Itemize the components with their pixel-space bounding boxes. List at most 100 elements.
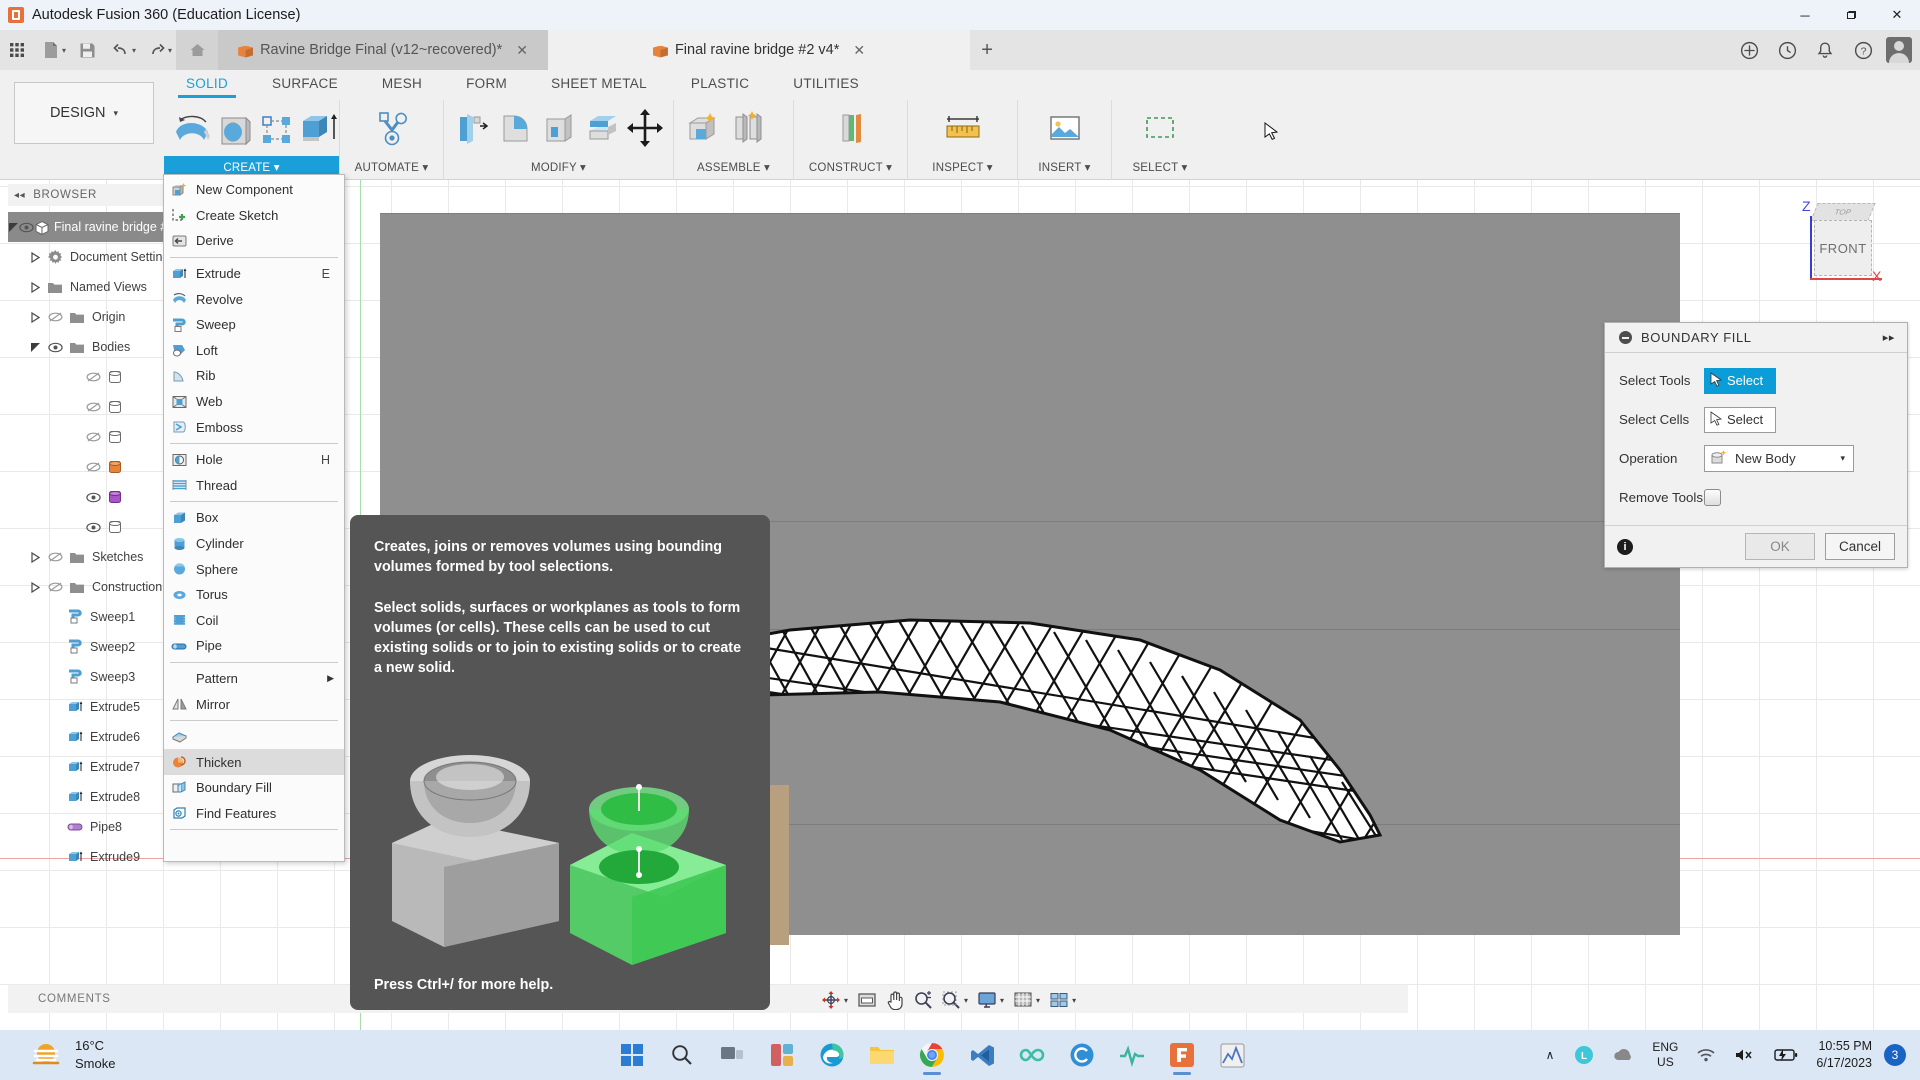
- menu-item-hole[interactable]: Hole H: [164, 447, 344, 473]
- pulse-app[interactable]: [1111, 1034, 1153, 1076]
- press-pull-icon[interactable]: [450, 102, 493, 154]
- tree-row-root[interactable]: Final ravine bridge #2 v4: [8, 212, 176, 242]
- tab-sheet-metal[interactable]: SHEET METAL: [529, 70, 669, 98]
- tree-row-body[interactable]: [8, 392, 176, 422]
- tree-row-body[interactable]: [8, 452, 176, 482]
- maximize-button[interactable]: [1828, 0, 1874, 30]
- minimize-button[interactable]: ─: [1782, 0, 1828, 30]
- rectangular-pattern-icon[interactable]: [258, 102, 296, 154]
- tree-row-document-settings[interactable]: Document Settings: [8, 242, 176, 272]
- automate-group-label[interactable]: AUTOMATE ▾: [340, 156, 443, 180]
- inspect-group-label[interactable]: INSPECT ▾: [908, 156, 1017, 180]
- task-view-button[interactable]: [711, 1034, 753, 1076]
- job-status-icon[interactable]: [1768, 30, 1806, 70]
- menu-item-coil[interactable]: Coil: [164, 608, 344, 634]
- new-file-caret-icon[interactable]: ▾: [62, 46, 66, 55]
- user-avatar[interactable]: [1886, 37, 1912, 63]
- collapse-twisty-icon[interactable]: [26, 252, 44, 263]
- wifi-icon[interactable]: [1690, 1047, 1722, 1063]
- move-copy-icon[interactable]: [624, 102, 667, 154]
- zoom-icon[interactable]: [910, 986, 936, 1014]
- collapse-twisty-icon[interactable]: [26, 312, 44, 323]
- doc-tab-0[interactable]: Ravine Bridge Final (v12~recovered)* ✕: [218, 30, 548, 70]
- onedrive-icon[interactable]: [1606, 1047, 1640, 1063]
- tray-expand-icon[interactable]: ∧: [1538, 1048, 1563, 1062]
- chevron-down-icon[interactable]: ▾: [1840, 453, 1845, 464]
- offset-plane-icon[interactable]: [825, 102, 877, 154]
- doc-tab-1[interactable]: Final ravine bridge #2 v4* ✕: [548, 30, 970, 70]
- measure-icon[interactable]: [937, 102, 989, 154]
- tab-plastic[interactable]: PLASTIC: [669, 70, 771, 98]
- tab-solid[interactable]: SOLID: [164, 70, 250, 98]
- collapse-twisty-icon[interactable]: [26, 582, 44, 593]
- menu-item-emboss[interactable]: Emboss: [164, 414, 344, 440]
- tab-utilities[interactable]: UTILITIES: [771, 70, 881, 98]
- menu-item-loft[interactable]: Loft: [164, 338, 344, 364]
- extensions-icon[interactable]: [1730, 30, 1768, 70]
- tree-row-construction[interactable]: Construction: [8, 572, 176, 602]
- assemble-group-label[interactable]: ASSEMBLE ▾: [674, 156, 793, 180]
- view-cube[interactable]: TOP FRONT Z X: [1796, 194, 1882, 286]
- widgets-button[interactable]: [761, 1034, 803, 1076]
- menu-item-new-component[interactable]: New Component: [164, 177, 344, 203]
- file-explorer-app[interactable]: [861, 1034, 903, 1076]
- joint-icon[interactable]: [724, 102, 768, 154]
- new-component-icon[interactable]: [680, 102, 724, 154]
- operation-dropdown[interactable]: New Body ▾: [1704, 445, 1854, 472]
- ok-button[interactable]: OK: [1745, 533, 1815, 560]
- select-cells-button[interactable]: Select: [1704, 407, 1776, 433]
- tree-row-pipe8[interactable]: Pipe8: [8, 812, 176, 842]
- add-tab-button[interactable]: +: [970, 30, 1004, 70]
- tree-row-body[interactable]: [8, 482, 176, 512]
- tree-row-sweep1[interactable]: Sweep1: [8, 602, 176, 632]
- taskbar-clock[interactable]: 10:55 PM 6/17/2023: [1810, 1038, 1878, 1072]
- doc-tab-close-icon[interactable]: ✕: [853, 42, 865, 59]
- visibility-eye-icon[interactable]: [82, 492, 104, 503]
- visibility-eye-icon[interactable]: [44, 342, 66, 353]
- extrude-icon[interactable]: [296, 102, 340, 154]
- shell-icon[interactable]: [537, 102, 580, 154]
- bell-icon[interactable]: [1806, 30, 1844, 70]
- orbit-caret-icon[interactable]: ▾: [844, 996, 848, 1005]
- menu-item-pipe[interactable]: Pipe: [164, 633, 344, 659]
- grid-caret-icon[interactable]: ▾: [1036, 996, 1040, 1005]
- viewports-icon[interactable]: [1046, 986, 1072, 1014]
- app-grid-icon[interactable]: [0, 34, 34, 66]
- fillet-icon[interactable]: [493, 102, 536, 154]
- menu-item-sphere[interactable]: Sphere: [164, 556, 344, 582]
- visibility-eye-hidden-icon[interactable]: [44, 311, 66, 323]
- tree-row-body[interactable]: [8, 362, 176, 392]
- revolve-icon[interactable]: [170, 102, 214, 154]
- select-tools-button[interactable]: Select: [1704, 368, 1776, 394]
- tree-row-named-views[interactable]: Named Views: [8, 272, 176, 302]
- hole-icon[interactable]: [214, 102, 258, 154]
- orbit-icon[interactable]: [818, 986, 844, 1014]
- remove-tools-checkbox[interactable]: [1704, 489, 1721, 506]
- construct-group-label[interactable]: CONSTRUCT ▾: [794, 156, 907, 180]
- infinity-app[interactable]: [1011, 1034, 1053, 1076]
- insert-group-label[interactable]: INSERT ▾: [1018, 156, 1111, 180]
- visibility-eye-hidden-icon[interactable]: [82, 401, 104, 413]
- menu-item-revolve[interactable]: Revolve: [164, 286, 344, 312]
- start-button[interactable]: [611, 1034, 653, 1076]
- battery-charging-icon[interactable]: [1768, 1048, 1804, 1062]
- menu-item-torus[interactable]: Torus: [164, 582, 344, 608]
- modify-group-label[interactable]: MODIFY ▾: [444, 156, 673, 180]
- tree-row-extrude8[interactable]: Extrude8: [8, 782, 176, 812]
- tree-row-sketches[interactable]: Sketches: [8, 542, 176, 572]
- language-indicator[interactable]: ENG US: [1646, 1040, 1684, 1070]
- c-app[interactable]: [1061, 1034, 1103, 1076]
- select-group-label[interactable]: SELECT ▾: [1112, 156, 1208, 180]
- dialog-expand-icon[interactable]: ▸▸: [1883, 331, 1895, 344]
- expand-twisty-icon[interactable]: [8, 222, 19, 233]
- tree-row-body[interactable]: [8, 512, 176, 542]
- tab-form[interactable]: FORM: [444, 70, 529, 98]
- menu-item-create-sketch[interactable]: Create Sketch: [164, 203, 344, 229]
- menu-item-rib[interactable]: Rib: [164, 363, 344, 389]
- weather-widget[interactable]: 16°C Smoke: [30, 1037, 115, 1072]
- display-caret-icon[interactable]: ▾: [1000, 996, 1004, 1005]
- menu-item-fluid-volume[interactable]: Find Features: [164, 801, 344, 827]
- menu-item-sweep[interactable]: Sweep: [164, 312, 344, 338]
- tree-row-extrude9[interactable]: Extrude9: [8, 842, 176, 872]
- doc-tab-close-icon[interactable]: ✕: [516, 42, 528, 59]
